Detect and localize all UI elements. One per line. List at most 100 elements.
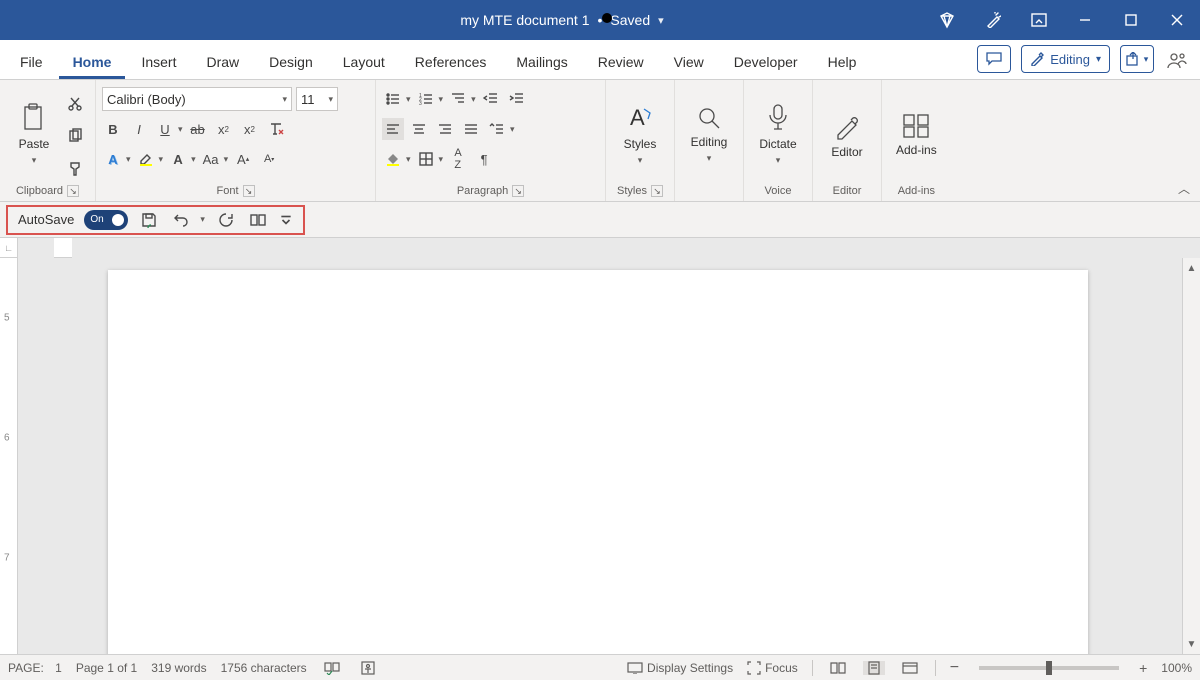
accessibility-status-icon[interactable] [357,661,379,675]
shading-button[interactable] [382,148,404,170]
share-button[interactable]: ▾ [1120,45,1154,73]
dialog-launcher-icon[interactable]: ↘ [243,185,255,197]
change-case-button[interactable]: Aa [200,148,222,170]
paste-button[interactable]: Paste ▾ [6,84,62,185]
coming-soon-icon[interactable] [970,0,1016,40]
editing-mode-button[interactable]: Editing ▾ [1021,45,1110,73]
increase-indent-button[interactable] [506,88,528,110]
web-layout-button[interactable] [899,662,921,674]
zoom-slider[interactable] [979,666,1119,670]
grow-font-button[interactable]: A▴ [232,148,254,170]
autosave-toggle[interactable]: On [84,210,128,230]
font-color-button[interactable]: A [167,148,189,170]
ribbon-display-icon[interactable] [1016,0,1062,40]
decrease-indent-button[interactable] [480,88,502,110]
format-painter-button[interactable] [64,158,86,180]
status-bar: PAGE: 1 Page 1 of 1 319 words 1756 chara… [0,654,1200,680]
styles-button[interactable]: A Styles ▾ [612,84,668,185]
tab-developer[interactable]: Developer [720,46,812,79]
status-char-count[interactable]: 1756 characters [221,661,307,675]
display-settings-button[interactable]: Display Settings [627,661,733,675]
close-button[interactable] [1154,0,1200,40]
zoom-out-button[interactable]: − [950,659,959,677]
justify-button[interactable] [460,118,482,140]
editing-group-button[interactable]: Editing ▾ [681,84,737,185]
bold-button[interactable]: B [102,118,124,140]
dialog-launcher-icon[interactable]: ↘ [651,185,663,197]
tab-references[interactable]: References [401,46,501,79]
redo-button[interactable] [215,209,237,231]
reading-view-button[interactable] [247,209,269,231]
group-editing: Editing ▾ [675,80,744,201]
dictate-button[interactable]: Dictate ▾ [750,84,806,185]
superscript-button[interactable]: x2 [239,118,261,140]
tab-view[interactable]: View [660,46,718,79]
tab-insert[interactable]: Insert [127,46,190,79]
tab-file[interactable]: File [6,46,57,79]
editor-button[interactable]: Editor [819,84,875,185]
tab-design[interactable]: Design [255,46,327,79]
zoom-in-button[interactable]: + [1139,660,1147,676]
cut-button[interactable] [64,93,86,115]
svg-text:3: 3 [419,101,422,107]
dialog-launcher-icon[interactable]: ↘ [512,185,524,197]
shrink-font-button[interactable]: A▾ [258,148,280,170]
status-page-of[interactable]: Page 1 of 1 [76,661,137,675]
status-word-count[interactable]: 319 words [151,661,206,675]
addins-button[interactable]: Add-ins [888,84,945,185]
vertical-scrollbar[interactable]: ▲ ▼ [1182,258,1200,654]
status-page-number[interactable]: PAGE: 1 [8,661,62,675]
group-paragraph: ▾ 123▾ ▾ ▾ ▾ ▾ AZ ¶ Paragraph↘ [376,80,606,201]
tab-help[interactable]: Help [814,46,871,79]
tab-layout[interactable]: Layout [329,46,399,79]
customize-qat-button[interactable] [279,209,293,231]
ribbon: Paste ▾ Clipboard↘ Calibri (Body)▾ 11▾ B… [0,80,1200,202]
chevron-down-icon: ▾ [776,155,781,166]
strikethrough-button[interactable]: ab [187,118,209,140]
scroll-up-icon[interactable]: ▲ [1183,260,1200,276]
clear-formatting-button[interactable] [265,118,287,140]
window-title[interactable]: my MTE document 1 • Saved ▾ [200,12,924,28]
font-name-combo[interactable]: Calibri (Body)▾ [102,87,292,111]
search-button[interactable] [600,11,616,30]
italic-button[interactable]: I [128,118,150,140]
align-center-button[interactable] [408,118,430,140]
undo-button[interactable] [170,209,192,231]
line-spacing-button[interactable] [486,118,508,140]
show-marks-button[interactable]: ¶ [473,148,495,170]
multilevel-list-button[interactable] [447,88,469,110]
tab-home[interactable]: Home [59,46,126,79]
zoom-level[interactable]: 100% [1161,661,1192,675]
spelling-status-icon[interactable] [321,661,343,675]
comments-button[interactable] [977,45,1011,73]
premium-diamond-icon[interactable] [924,0,970,40]
font-size-combo[interactable]: 11▾ [296,87,338,111]
vertical-ruler[interactable]: 5 6 7 [0,258,18,654]
document-page[interactable] [108,270,1088,654]
page-canvas[interactable] [18,258,1182,654]
tab-draw[interactable]: Draw [192,46,253,79]
read-mode-button[interactable] [827,662,849,674]
minimize-button[interactable] [1062,0,1108,40]
print-layout-button[interactable] [863,661,885,675]
underline-button[interactable]: U [154,118,176,140]
collapse-ribbon-button[interactable]: ︿ [1178,180,1190,197]
bullets-button[interactable] [382,88,404,110]
text-effects-button[interactable]: A [102,148,124,170]
sort-button[interactable]: AZ [447,148,469,170]
maximize-button[interactable] [1108,0,1154,40]
subscript-button[interactable]: x2 [213,118,235,140]
copy-button[interactable] [64,125,86,147]
account-icon[interactable] [1160,43,1194,79]
dialog-launcher-icon[interactable]: ↘ [67,185,79,197]
scroll-down-icon[interactable]: ▼ [1183,636,1200,652]
numbering-button[interactable]: 123 [415,88,437,110]
save-button[interactable] [138,209,160,231]
tab-mailings[interactable]: Mailings [502,46,581,79]
borders-button[interactable] [415,148,437,170]
highlight-color-button[interactable] [135,148,157,170]
align-left-button[interactable] [382,118,404,140]
align-right-button[interactable] [434,118,456,140]
tab-review[interactable]: Review [584,46,658,79]
focus-mode-button[interactable]: Focus [747,661,798,675]
